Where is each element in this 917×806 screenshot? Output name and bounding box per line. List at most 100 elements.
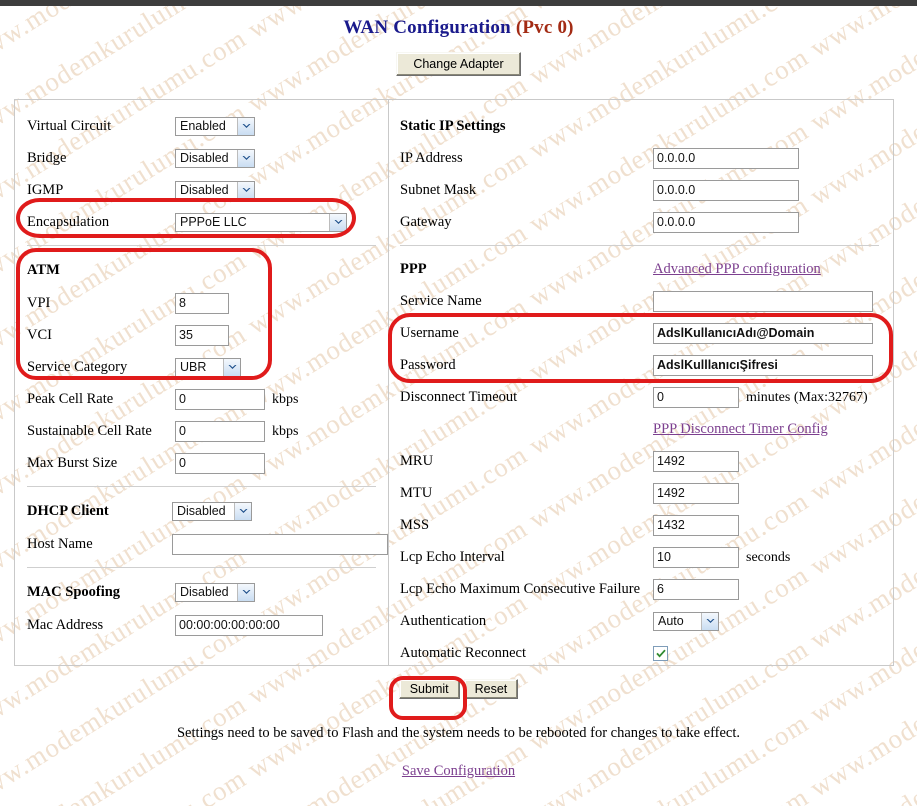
row-igmp: IGMP Disabled	[15, 174, 388, 206]
row-gateway: Gateway	[389, 206, 893, 238]
automatic-reconnect-cell	[653, 637, 893, 669]
password-cell	[653, 349, 893, 381]
vci-input[interactable]	[175, 324, 229, 346]
bridge-select[interactable]: Disabled	[175, 148, 255, 168]
mss-input[interactable]	[653, 514, 739, 536]
dhcp-client-select[interactable]: Disabled	[172, 501, 252, 521]
service-category-select[interactable]: UBR	[175, 357, 241, 377]
automatic-reconnect-checkbox[interactable]	[653, 645, 668, 661]
mtu-input[interactable]	[653, 482, 739, 504]
virtual-circuit-label: Virtual Circuit	[27, 117, 112, 134]
row-disconnect-timer-link: PPP Disconnect Timer Config	[389, 413, 893, 445]
dhcp-client-heading: DHCP Client	[27, 502, 109, 519]
bridge-label: Bridge	[27, 149, 67, 166]
row-vpi: VPI	[15, 287, 388, 319]
vpi-label: VPI	[27, 294, 51, 311]
service-name-label: Service Name	[400, 292, 482, 309]
submit-button[interactable]: Submit	[398, 679, 460, 699]
mac-spoofing-heading: MAC Spoofing	[27, 583, 121, 600]
mac-address-cell	[175, 609, 388, 641]
username-label: Username	[400, 324, 459, 341]
host-name-label: Host Name	[27, 535, 93, 552]
left-form-top: Virtual Circuit Enabled Bridge Disabled	[15, 110, 388, 238]
gateway-label: Gateway	[400, 213, 452, 230]
igmp-label: IGMP	[27, 181, 64, 198]
service-name-cell	[653, 285, 893, 317]
mtu-cell	[653, 477, 893, 509]
advanced-ppp-configuration-link[interactable]: Advanced PPP configuration	[653, 261, 821, 277]
reset-button[interactable]: Reset	[463, 679, 519, 699]
subnet-mask-label: Subnet Mask	[400, 181, 477, 198]
divider	[27, 245, 376, 246]
host-name-input[interactable]	[172, 533, 388, 555]
row-mac-address: Mac Address	[15, 609, 388, 641]
footer-buttons: Submit Reset	[0, 679, 917, 699]
gateway-cell	[653, 206, 893, 238]
ppp-disconnect-timer-config-link[interactable]: PPP Disconnect Timer Config	[653, 421, 828, 437]
max-burst-size-input[interactable]	[175, 452, 265, 474]
lcp-echo-max-input[interactable]	[653, 578, 739, 600]
encapsulation-label: Encapsulation	[27, 213, 110, 230]
subnet-mask-input[interactable]	[653, 179, 799, 201]
row-mtu: MTU	[389, 477, 893, 509]
disconnect-timer-cell: PPP Disconnect Timer Config	[653, 413, 893, 445]
row-service-name: Service Name	[389, 285, 893, 317]
peak-cell-rate-input[interactable]	[175, 388, 265, 410]
encapsulation-value: PPPoE LLC	[180, 215, 247, 229]
mac-address-input[interactable]	[175, 614, 323, 636]
row-lcp-echo-interval: Lcp Echo Interval seconds	[389, 541, 893, 573]
username-input[interactable]	[653, 322, 873, 344]
vpi-input[interactable]	[175, 292, 229, 314]
sustainable-cell-rate-label: Sustainable Cell Rate	[27, 422, 152, 439]
authentication-cell: Auto	[653, 605, 893, 637]
row-subnet-mask: Subnet Mask	[389, 174, 893, 206]
row-authentication: Authentication Auto	[389, 605, 893, 637]
row-dhcp-client: DHCP Client Disabled	[15, 494, 388, 528]
row-automatic-reconnect: Automatic Reconnect	[389, 637, 893, 669]
peak-cell-rate-label: Peak Cell Rate	[27, 390, 114, 407]
dhcp-form: DHCP Client Disabled Host Name	[15, 494, 388, 560]
disconnect-timeout-unit: minutes (Max:32767)	[746, 390, 868, 405]
mru-label: MRU	[400, 452, 434, 469]
virtual-circuit-select[interactable]: Enabled	[175, 116, 255, 136]
service-name-input[interactable]	[653, 290, 873, 312]
ip-address-input[interactable]	[653, 147, 799, 169]
row-sustainable-cell-rate: Sustainable Cell Rate kbps	[15, 415, 388, 447]
password-input[interactable]	[653, 354, 873, 376]
row-encapsulation: Encapsulation PPPoE LLC	[15, 206, 388, 238]
max-burst-size-cell	[175, 447, 388, 479]
save-configuration-link[interactable]: Save Configuration	[402, 763, 515, 779]
igmp-value: Disabled	[180, 183, 229, 197]
service-category-cell: UBR	[175, 351, 388, 383]
chevron-down-icon	[237, 117, 254, 135]
row-vci: VCI	[15, 319, 388, 351]
max-burst-size-label: Max Burst Size	[27, 454, 118, 471]
lcp-echo-interval-label: Lcp Echo Interval	[400, 548, 505, 565]
change-adapter-row: Change Adapter	[0, 52, 917, 76]
lcp-echo-max-cell	[653, 573, 893, 605]
encapsulation-select-cell: PPPoE LLC	[175, 206, 388, 238]
dhcp-client-value: Disabled	[177, 504, 226, 518]
mss-label: MSS	[400, 516, 430, 533]
service-category-label: Service Category	[27, 358, 128, 375]
chevron-down-icon	[223, 358, 240, 376]
mac-spoofing-select[interactable]: Disabled	[175, 582, 255, 602]
chevron-down-icon	[234, 502, 251, 520]
change-adapter-button[interactable]: Change Adapter	[396, 52, 521, 76]
static-ip-heading: Static IP Settings	[400, 117, 506, 134]
virtual-circuit-value: Enabled	[180, 119, 226, 133]
spacer-cell	[389, 413, 653, 445]
password-label: Password	[400, 356, 456, 373]
lcp-echo-interval-input[interactable]	[653, 546, 739, 568]
authentication-select[interactable]: Auto	[653, 611, 719, 631]
gateway-input[interactable]	[653, 211, 799, 233]
static-ip-form: Static IP Settings IP Address Subnet Mas…	[389, 110, 893, 238]
sustainable-cell-rate-input[interactable]	[175, 420, 265, 442]
encapsulation-select[interactable]: PPPoE LLC	[175, 212, 347, 232]
mac-address-label: Mac Address	[27, 616, 104, 633]
mru-input[interactable]	[653, 450, 739, 472]
peak-cell-rate-cell: kbps	[175, 383, 388, 415]
igmp-select[interactable]: Disabled	[175, 180, 255, 200]
disconnect-timeout-input[interactable]	[653, 386, 739, 408]
row-disconnect-timeout: Disconnect Timeout minutes (Max:32767)	[389, 381, 893, 413]
